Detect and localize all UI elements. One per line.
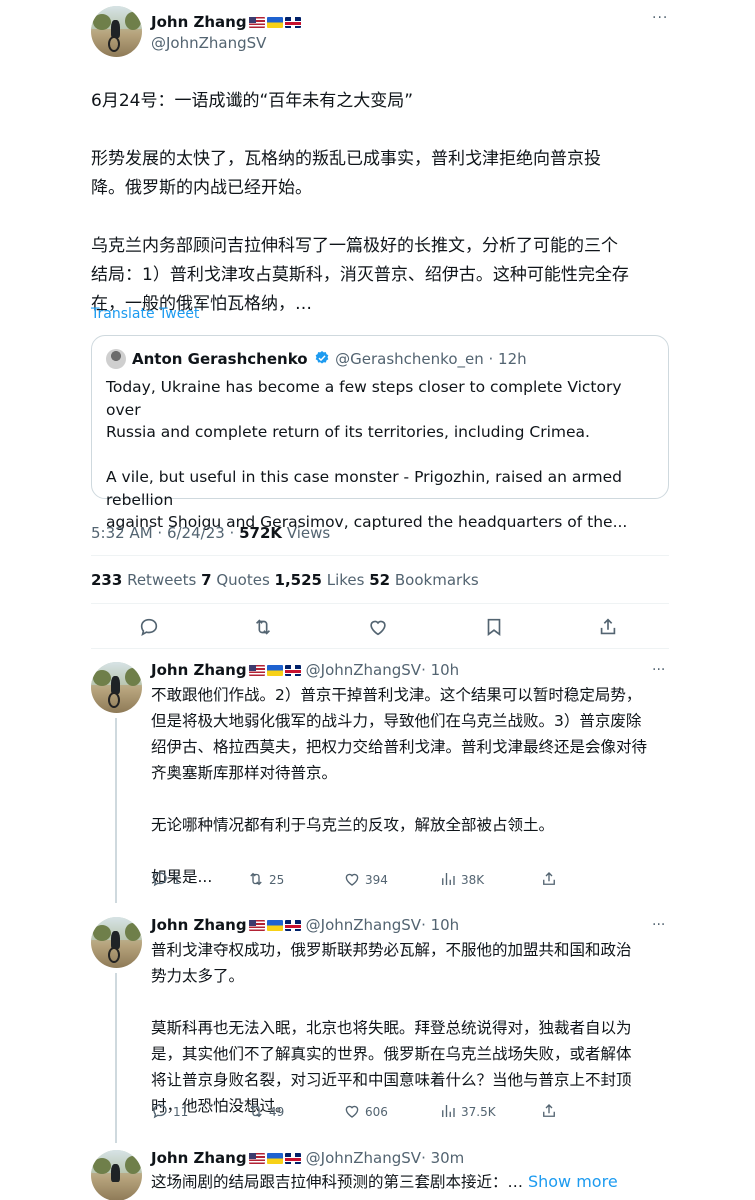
reply-icon[interactable] bbox=[151, 870, 169, 892]
reply-action-bar: 11 49 606 37.5K bbox=[151, 1102, 671, 1124]
retweet-icon[interactable] bbox=[247, 1102, 265, 1124]
bookmark-icon[interactable] bbox=[483, 616, 505, 642]
reply-time[interactable]: · 10h bbox=[421, 916, 459, 934]
reply-author-avatar[interactable] bbox=[91, 1150, 142, 1200]
views-icon[interactable] bbox=[439, 1102, 457, 1124]
main-action-bar bbox=[91, 613, 669, 641]
share-icon[interactable] bbox=[540, 870, 558, 892]
quoted-author-avatar bbox=[106, 349, 126, 369]
divider bbox=[91, 648, 669, 649]
retweet-count: 25 bbox=[269, 873, 285, 887]
verified-badge-icon bbox=[314, 350, 330, 370]
reply-action-bar: 1 25 394 38K bbox=[151, 870, 671, 892]
thread-line bbox=[115, 718, 117, 903]
views-label: Views bbox=[282, 524, 331, 542]
quoted-time: · 12h bbox=[488, 350, 527, 368]
reply-author-name[interactable]: John Zhang bbox=[151, 661, 247, 679]
quoted-tweet-text: Today, Ukraine has become a few steps cl… bbox=[106, 378, 628, 531]
share-icon[interactable] bbox=[540, 1102, 558, 1124]
uk-flag-icon bbox=[284, 665, 301, 676]
like-count: 394 bbox=[365, 873, 388, 887]
like-icon[interactable] bbox=[343, 1102, 361, 1124]
reply-author-handle[interactable]: @JohnZhangSV bbox=[306, 916, 421, 934]
divider bbox=[91, 603, 669, 604]
author-name[interactable]: John Zhang bbox=[151, 13, 247, 31]
reply-header: John Zhang @JohnZhangSV· 30m bbox=[151, 1148, 464, 1167]
share-icon[interactable] bbox=[597, 616, 619, 642]
ukraine-flag-icon bbox=[266, 17, 283, 28]
tweet-text: 6月24号：一语成谶的“百年未有之大变局” 形势发展的太快了，瓦格纳的叛乱已成事… bbox=[91, 91, 629, 314]
retweet-icon[interactable] bbox=[247, 870, 265, 892]
thread-line bbox=[115, 973, 117, 1143]
author-name-row: John Zhang bbox=[151, 12, 301, 31]
bookmarks-stat[interactable]: 52 Bookmarks bbox=[369, 571, 478, 589]
reply-text: 这场闹剧的结局跟吉拉伸科预测的第三套剧本接近：… bbox=[151, 1173, 524, 1191]
likes-stat[interactable]: 1,525 Likes bbox=[275, 571, 370, 589]
reply-author-avatar[interactable] bbox=[91, 917, 142, 968]
uk-flag-icon bbox=[284, 17, 301, 28]
reply-time[interactable]: · 10h bbox=[421, 661, 459, 679]
author-avatar[interactable] bbox=[91, 6, 142, 57]
reply-count: 1 bbox=[173, 873, 181, 887]
reply-text: 普利戈津夺权成功，俄罗斯联邦势必瓦解，不服他的加盟共和国和政治 势力太多了。 莫… bbox=[151, 941, 632, 1115]
tweet-timestamp-row: 5:32 AM · 6/24/23 · 572K Views bbox=[91, 524, 330, 542]
tweet-timestamp[interactable]: 5:32 AM · 6/24/23 · bbox=[91, 524, 239, 542]
quoted-tweet-card[interactable]: Anton Gerashchenko @Gerashchenko_en · 12… bbox=[91, 335, 669, 531]
quoted-author-name: Anton Gerashchenko bbox=[132, 350, 308, 368]
uk-flag-icon bbox=[284, 920, 301, 931]
reply-author-handle[interactable]: @JohnZhangSV bbox=[306, 661, 421, 679]
us-flag-icon bbox=[248, 17, 265, 28]
author-handle[interactable]: @JohnZhangSV bbox=[151, 34, 266, 52]
quoted-author-row: Anton Gerashchenko @Gerashchenko_en · 12… bbox=[132, 350, 527, 370]
like-icon[interactable] bbox=[367, 616, 389, 642]
more-options-icon[interactable]: ··· bbox=[652, 917, 665, 933]
retweet-icon[interactable] bbox=[252, 616, 274, 642]
reply-icon[interactable] bbox=[151, 1102, 169, 1124]
ukraine-flag-icon bbox=[266, 920, 283, 931]
more-options-icon[interactable]: ··· bbox=[652, 10, 668, 26]
us-flag-icon bbox=[248, 920, 265, 931]
reply-icon[interactable] bbox=[138, 616, 160, 642]
engagement-stats: 233 Retweets 7 Quotes 1,525 Likes 52 Boo… bbox=[91, 571, 479, 589]
us-flag-icon bbox=[248, 665, 265, 676]
translate-tweet-link[interactable]: Translate Tweet bbox=[91, 306, 199, 322]
reply-header: John Zhang @JohnZhangSV· 10h bbox=[151, 915, 459, 934]
quoted-author-handle: @Gerashchenko_en bbox=[335, 350, 484, 368]
reply-time[interactable]: · 30m bbox=[421, 1149, 464, 1167]
show-more-link[interactable]: Show more bbox=[528, 1172, 618, 1191]
views-count: 572K bbox=[239, 524, 283, 542]
reply-header: John Zhang @JohnZhangSV· 10h bbox=[151, 660, 459, 679]
reply-text-row: 这场闹剧的结局跟吉拉伸科预测的第三套剧本接近：… Show more bbox=[151, 1170, 618, 1194]
reply-author-avatar[interactable] bbox=[91, 662, 142, 713]
views-count: 37.5K bbox=[461, 1105, 496, 1119]
like-icon[interactable] bbox=[343, 870, 361, 892]
reply-author-name[interactable]: John Zhang bbox=[151, 916, 247, 934]
more-options-icon[interactable]: ··· bbox=[652, 662, 665, 678]
ukraine-flag-icon bbox=[266, 665, 283, 676]
reply-text: 不敢跟他们作战。2）普京干掉普利戈津。这个结果可以暂时稳定局势， 但是将极大地弱… bbox=[151, 686, 648, 886]
views-count: 38K bbox=[461, 873, 485, 887]
reply-author-handle[interactable]: @JohnZhangSV bbox=[306, 1149, 421, 1167]
retweet-count: 49 bbox=[269, 1105, 285, 1119]
reply-count: 11 bbox=[173, 1105, 189, 1119]
like-count: 606 bbox=[365, 1105, 388, 1119]
retweets-stat[interactable]: 233 Retweets bbox=[91, 571, 201, 589]
divider bbox=[91, 555, 669, 556]
us-flag-icon bbox=[248, 1153, 265, 1164]
reply-author-name[interactable]: John Zhang bbox=[151, 1149, 247, 1167]
uk-flag-icon bbox=[284, 1153, 301, 1164]
views-icon[interactable] bbox=[439, 870, 457, 892]
quotes-stat[interactable]: 7 Quotes bbox=[201, 571, 274, 589]
ukraine-flag-icon bbox=[266, 1153, 283, 1164]
